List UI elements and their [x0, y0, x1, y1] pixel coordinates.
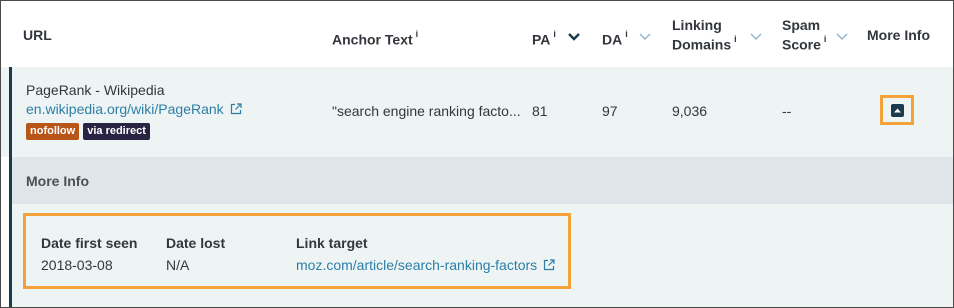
column-header-more-info: More Info: [867, 27, 930, 43]
info-icon[interactable]: i: [416, 29, 419, 39]
info-icon[interactable]: i: [553, 29, 556, 39]
column-header-linking-domains[interactable]: Linking Domains i: [672, 17, 737, 53]
caret-up-icon: [894, 108, 901, 113]
more-info-section-header: More Info: [12, 157, 953, 204]
anchor-text-cell: "search engine ranking facto...: [332, 103, 521, 119]
date-lost-value: N/A: [166, 257, 190, 273]
more-info-toggle-highlight: [880, 95, 914, 125]
links-table: URL Anchor Text i PA i DA i Linking Domains…: [0, 0, 954, 308]
sort-icon[interactable]: [749, 32, 763, 42]
table-header: URL Anchor Text i PA i DA i Linking Domains…: [1, 1, 953, 68]
da-value: 97: [602, 103, 618, 119]
source-url-link[interactable]: en.wikipedia.org/wiki/PageRank: [26, 101, 224, 117]
redirect-badge: via redirect: [83, 123, 150, 140]
table-row: PageRank - Wikipedia en.wikipedia.org/wi…: [1, 67, 953, 157]
more-info-details-highlight: Date first seen 2018-03-08 Date lost N/A…: [23, 213, 571, 289]
info-icon[interactable]: i: [824, 34, 827, 44]
link-target-link[interactable]: moz.com/article/search-ranking-factors: [296, 257, 537, 273]
page-title: PageRank - Wikipedia: [26, 82, 165, 98]
column-header-spam-score[interactable]: Spam Score i: [782, 17, 826, 53]
link-target-label: Link target: [296, 235, 368, 251]
url-cell: PageRank - Wikipedia en.wikipedia.org/wi…: [26, 82, 242, 140]
sort-desc-active-icon[interactable]: [567, 32, 581, 42]
link-target-cell: moz.com/article/search-ranking-factors: [296, 257, 555, 273]
nofollow-badge: nofollow: [26, 123, 80, 140]
pa-value: 81: [532, 103, 548, 119]
more-info-label: More Info: [26, 173, 89, 189]
date-first-seen-value: 2018-03-08: [41, 257, 113, 273]
collapse-more-info-button[interactable]: [891, 104, 904, 117]
info-icon[interactable]: i: [625, 29, 628, 39]
column-header-pa[interactable]: PA i: [532, 28, 556, 48]
spam-score-value: --: [782, 103, 792, 119]
column-header-anchor-text[interactable]: Anchor Text i: [332, 28, 418, 48]
info-icon[interactable]: i: [734, 34, 737, 44]
date-first-seen-label: Date first seen: [41, 235, 138, 251]
column-header-url[interactable]: URL: [23, 27, 52, 43]
sort-icon[interactable]: [835, 32, 849, 42]
external-link-icon[interactable]: [230, 102, 242, 115]
sort-icon[interactable]: [638, 32, 652, 42]
external-link-icon[interactable]: [543, 258, 555, 271]
date-lost-label: Date lost: [166, 235, 226, 251]
column-header-da[interactable]: DA i: [602, 28, 628, 48]
linking-domains-value: 9,036: [672, 103, 708, 119]
